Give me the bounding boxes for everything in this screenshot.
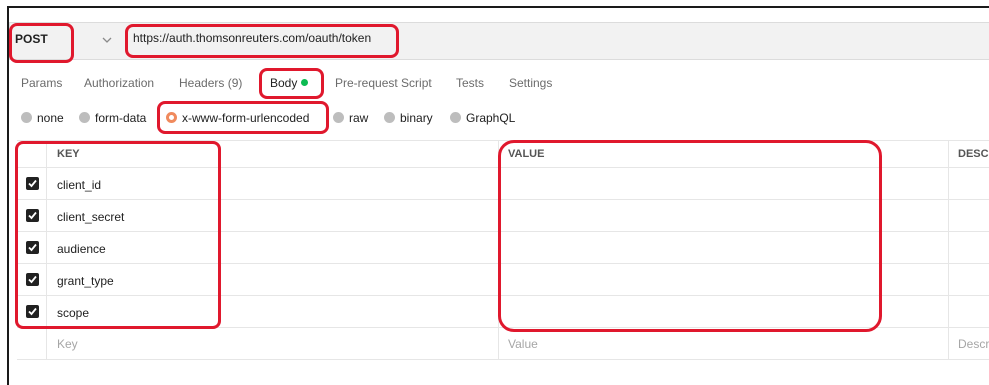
new-key-input[interactable]: Key	[57, 337, 78, 351]
column-header-description: DESC	[958, 148, 989, 160]
chevron-down-icon[interactable]	[100, 33, 114, 47]
body-type-binary[interactable]: binary	[384, 111, 433, 125]
radio-icon	[384, 112, 395, 123]
new-description-input[interactable]: Descr	[958, 337, 989, 351]
tab-headers[interactable]: Headers (9)	[179, 76, 242, 90]
annotation-body-tab	[259, 68, 324, 99]
annotation-url	[125, 24, 399, 58]
new-value-input[interactable]: Value	[508, 337, 538, 351]
annotation-key-column	[15, 141, 221, 329]
table-col-divider	[948, 140, 949, 360]
tab-authorization[interactable]: Authorization	[84, 76, 154, 90]
radio-icon	[450, 112, 461, 123]
radio-icon	[79, 112, 90, 123]
tab-tests[interactable]: Tests	[456, 76, 484, 90]
annotation-urlencoded	[157, 101, 329, 134]
tab-pre-request-script[interactable]: Pre-request Script	[335, 76, 432, 90]
body-type-label: GraphQL	[466, 111, 516, 125]
table-bottom-border	[17, 359, 989, 360]
radio-icon	[21, 112, 32, 123]
body-type-label: binary	[400, 111, 433, 125]
annotation-value-column	[498, 140, 882, 332]
body-type-label: form-data	[95, 111, 147, 125]
tab-params[interactable]: Params	[21, 76, 62, 90]
body-type-graphql[interactable]: GraphQL	[450, 111, 515, 125]
radio-icon	[333, 112, 344, 123]
body-type-raw[interactable]: raw	[333, 111, 368, 125]
body-type-label: raw	[349, 111, 369, 125]
tab-settings[interactable]: Settings	[509, 76, 552, 90]
annotation-method	[9, 23, 74, 63]
body-type-form-data[interactable]: form-data	[79, 111, 146, 125]
body-type-none[interactable]: none	[21, 111, 64, 125]
body-type-label: none	[37, 111, 64, 125]
